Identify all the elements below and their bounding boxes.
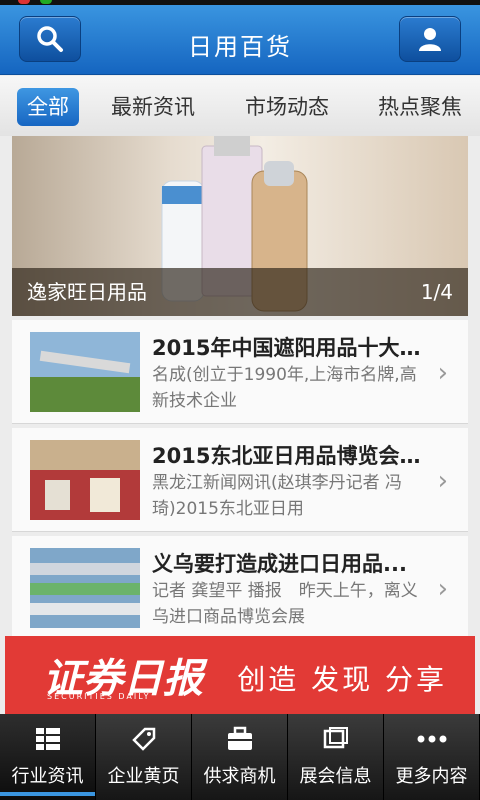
user-button[interactable] <box>399 16 461 62</box>
briefcase-icon <box>225 724 255 754</box>
article-thumbnail <box>30 440 140 520</box>
category-tabs: 全部 最新资讯 市场动态 热点聚焦 <box>0 76 480 136</box>
nav-exhibitions[interactable]: 展会信息 <box>288 714 384 800</box>
bottom-navigation: 行业资讯 企业黄页 供求商机 展会信息 更多内容 <box>0 714 480 800</box>
article-summary: 黑龙江新闻网讯(赵琪李丹记者 冯琦)2015东北亚日用 <box>152 473 403 519</box>
banner-caption: 逸家旺日用品 <box>12 268 468 316</box>
article-title: 2015年中国遮阳用品十大... <box>152 336 422 360</box>
app-header: 日用百货 <box>0 5 480 75</box>
nav-supply-demand[interactable]: 供求商机 <box>192 714 288 800</box>
nav-label: 企业黄页 <box>107 766 180 787</box>
more-icon <box>417 724 447 754</box>
nav-label: 行业资讯 <box>11 766 84 787</box>
nav-label: 供求商机 <box>203 766 276 787</box>
article-thumbnail <box>30 548 140 628</box>
nav-industry-news[interactable]: 行业资讯 <box>0 714 96 800</box>
ad-slogan: 创造 发现 分享 <box>237 663 447 696</box>
list-item[interactable]: 义乌要打造成进口日用品... 记者 龚望平 播报 昨天上午，离义乌进口商品博览会… <box>12 536 468 640</box>
nav-company-directory[interactable]: 企业黄页 <box>96 714 192 800</box>
article-title: 义乌要打造成进口日用品... <box>152 552 407 576</box>
tab-market-trends[interactable]: 市场动态 <box>245 88 329 126</box>
tag-icon <box>129 724 159 754</box>
nav-label: 展会信息 <box>299 766 372 787</box>
article-summary: 记者 龚望平 播报 昨天上午，离义乌进口商品博览会展 <box>152 581 418 627</box>
ad-logo-subtitle: SECURITIES DAILY <box>47 692 151 701</box>
status-icon <box>18 0 30 4</box>
article-title: 2015东北亚日用品博览会... <box>152 444 422 468</box>
chevron-right-icon: › <box>437 574 448 604</box>
list-item[interactable]: 2015东北亚日用品博览会... 黑龙江新闻网讯(赵琪李丹记者 冯琦)2015东… <box>12 428 468 532</box>
user-icon <box>419 28 441 51</box>
nav-label: 更多内容 <box>395 766 468 787</box>
banner-page-indicator: 1/4 <box>420 280 453 304</box>
tab-all[interactable]: 全部 <box>17 88 79 126</box>
article-summary: 名成(创立于1990年,上海市名牌,高新技术企业 <box>152 365 417 411</box>
list-icon <box>33 724 63 754</box>
ad-banner[interactable]: 证券日报 SECURITIES DAILY 创造 发现 分享 <box>5 636 475 714</box>
banner-carousel[interactable]: 逸家旺日用品 1/4 <box>12 136 468 316</box>
chevron-right-icon: › <box>437 466 448 496</box>
status-icon <box>40 0 52 4</box>
exhibition-icon <box>321 724 351 754</box>
tab-latest-news[interactable]: 最新资讯 <box>111 88 195 126</box>
tab-hot-topics[interactable]: 热点聚焦 <box>378 88 462 126</box>
nav-more[interactable]: 更多内容 <box>384 714 480 800</box>
article-thumbnail <box>30 332 140 412</box>
list-item[interactable]: 2015年中国遮阳用品十大... 名成(创立于1990年,上海市名牌,高新技术企… <box>12 320 468 424</box>
chevron-right-icon: › <box>437 358 448 388</box>
